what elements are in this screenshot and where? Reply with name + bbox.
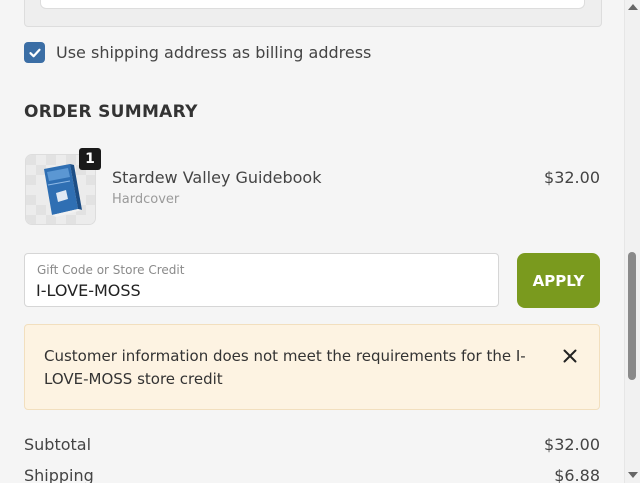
gift-code-field[interactable]: Gift Code or Store Credit (24, 253, 499, 307)
scrollbar-thumb[interactable] (628, 252, 636, 380)
subtotal-label: Subtotal (24, 435, 92, 454)
gift-code-label: Gift Code or Store Credit (37, 263, 185, 277)
shipping-value: $6.88 (554, 466, 600, 483)
scroll-up-arrow-icon[interactable] (628, 4, 638, 10)
product-price: $32.00 (544, 168, 600, 187)
scroll-down-arrow-icon[interactable] (628, 472, 638, 478)
close-icon[interactable] (561, 347, 579, 365)
checkout-page: Use shipping address as billing address … (0, 0, 624, 483)
quantity-badge: 1 (79, 148, 101, 170)
product-variant: Hardcover (112, 192, 180, 207)
order-summary-title: ORDER SUMMARY (24, 102, 198, 122)
checkmark-icon (28, 48, 41, 57)
gift-code-input[interactable] (36, 279, 476, 301)
product-name: Stardew Valley Guidebook (112, 168, 322, 187)
apply-button[interactable]: APPLY (517, 253, 600, 308)
store-credit-error-alert: Customer information does not meet the r… (24, 324, 600, 410)
subtotal-value: $32.00 (544, 435, 600, 454)
shipping-label: Shipping (24, 466, 94, 483)
alert-message: Customer information does not meet the r… (44, 347, 526, 388)
vertical-scrollbar[interactable] (624, 0, 640, 483)
use-shipping-as-billing-label[interactable]: Use shipping address as billing address (56, 42, 371, 63)
use-shipping-as-billing-checkbox[interactable] (24, 42, 45, 63)
address-input[interactable] (40, 0, 585, 9)
